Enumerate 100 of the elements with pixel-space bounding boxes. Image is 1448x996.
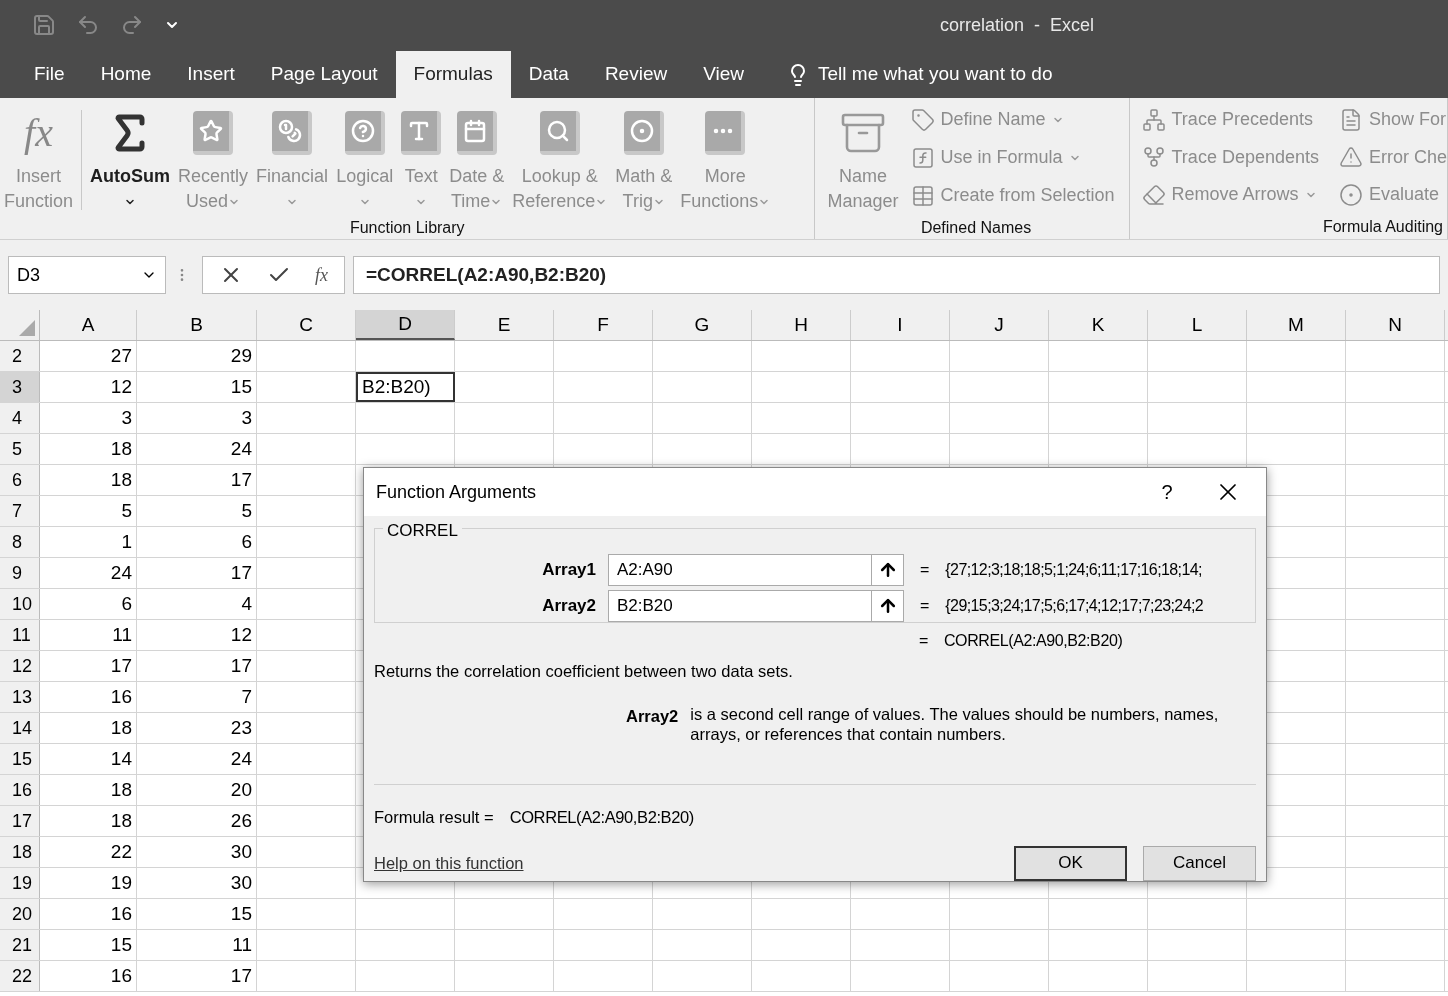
table-cell: 3 <box>137 403 257 433</box>
column-header[interactable]: E <box>455 310 554 340</box>
table-cell: 17 <box>137 558 257 588</box>
column-header[interactable]: J <box>950 310 1049 340</box>
help-button[interactable]: ? <box>1152 477 1182 507</box>
column-header[interactable]: M <box>1247 310 1346 340</box>
equals-sign: = <box>920 596 930 616</box>
ribbon-tab[interactable]: Home <box>82 51 170 98</box>
trace-icon <box>1141 107 1166 132</box>
row-header[interactable]: 6 <box>0 465 40 495</box>
row-header[interactable]: 20 <box>0 899 40 929</box>
row-header[interactable]: 15 <box>0 744 40 774</box>
row-header[interactable]: 22 <box>0 961 40 991</box>
column-header[interactable]: H <box>752 310 851 340</box>
column-header[interactable]: A <box>40 310 137 340</box>
argument-field[interactable]: B2:B20 <box>608 590 904 622</box>
argument-description: is a second cell range of values. The values should be numbers, names, arrays, or references that contain numbers. <box>690 703 1220 745</box>
insert-function-button[interactable]: fx <box>315 261 328 289</box>
table-cell: 5 <box>137 496 257 526</box>
row-header[interactable]: 10 <box>0 589 40 619</box>
table-cell: 11 <box>137 930 257 960</box>
table-cell: 22 <box>40 837 137 867</box>
column-header[interactable]: G <box>653 310 752 340</box>
group-label: Function Library <box>349 218 465 238</box>
table-cell: 19 <box>40 868 137 898</box>
row-header[interactable]: 9 <box>0 558 40 588</box>
row-header[interactable]: 5 <box>0 434 40 464</box>
undo-icon[interactable] <box>76 13 100 37</box>
table-cell: 17 <box>137 651 257 681</box>
row-header[interactable]: 8 <box>0 527 40 557</box>
column-header[interactable]: B <box>137 310 257 340</box>
table-icon <box>910 183 935 208</box>
argument-field[interactable]: A2:A90 <box>608 554 904 586</box>
column-header[interactable]: I <box>851 310 950 340</box>
table-cell: 27 <box>40 341 137 371</box>
help-link[interactable]: Help on this function <box>374 850 1014 876</box>
argument-label: Array1 <box>541 559 597 582</box>
table-cell: 16 <box>40 961 137 991</box>
save-icon[interactable] <box>32 13 56 37</box>
row-header[interactable]: 14 <box>0 713 40 743</box>
equals-sign: = <box>919 631 928 651</box>
table-cell: 26 <box>137 806 257 836</box>
row-header[interactable]: 21 <box>0 930 40 960</box>
book-letter-icon <box>401 111 442 155</box>
dialog-button[interactable]: Cancel <box>1143 845 1256 881</box>
table-cell: 18 <box>40 434 137 464</box>
argument-name: Array2 <box>626 705 679 727</box>
ribbon-tab[interactable]: View <box>685 51 763 98</box>
row-header[interactable]: 16 <box>0 775 40 805</box>
row-header[interactable]: 17 <box>0 806 40 836</box>
table-cell: 12 <box>137 620 257 650</box>
column-header[interactable]: N <box>1346 310 1445 340</box>
row-header[interactable]: 11 <box>0 620 40 650</box>
table-cell: 29 <box>137 341 257 371</box>
table-cell: 24 <box>40 558 137 588</box>
circle-icon <box>1338 182 1363 207</box>
row-header[interactable]: 18 <box>0 837 40 867</box>
active-cell[interactable]: B2:B20) <box>356 372 455 402</box>
formula-field[interactable]: =CORREL(A2:A90,B2:B20) <box>353 256 1440 294</box>
column-header[interactable]: F <box>554 310 653 340</box>
table-cell: 24 <box>137 744 257 774</box>
book-question-icon <box>344 111 385 155</box>
group-label: Formula Auditing <box>1322 217 1444 237</box>
row-header[interactable]: 2 <box>0 341 40 371</box>
book-coins-icon <box>272 111 313 155</box>
row-header[interactable]: 3 <box>0 372 40 402</box>
ribbon-tab[interactable]: Formulas <box>395 51 511 98</box>
table-cell: 23 <box>137 713 257 743</box>
formula-result: CORREL(A2:A90,B2:B20) <box>509 806 694 828</box>
table-cell: 18 <box>40 713 137 743</box>
function-icon <box>910 145 935 170</box>
ribbon-tab[interactable]: Insert <box>169 51 253 98</box>
function-description: Returns the correlation coefficient between two data sets. <box>373 661 794 682</box>
table-cell: 6 <box>137 527 257 557</box>
table-cell: 16 <box>40 899 137 929</box>
ribbon-tab[interactable]: Review <box>586 51 686 98</box>
ribbon-tab[interactable]: File <box>16 51 83 98</box>
table-cell: 30 <box>137 837 257 867</box>
column-header[interactable]: D <box>356 310 455 340</box>
table-cell: 3 <box>40 403 137 433</box>
name-box[interactable]: D3 <box>8 256 166 294</box>
tell-me-field[interactable]: Tell me what you want to do <box>818 60 1119 89</box>
trace-icon <box>1141 145 1166 170</box>
row-header[interactable]: 4 <box>0 403 40 433</box>
table-cell: 30 <box>137 868 257 898</box>
row-header[interactable]: 7 <box>0 496 40 526</box>
table-cell: 11 <box>40 620 137 650</box>
ribbon-tab[interactable]: Data <box>510 51 587 98</box>
formula-result-label: Formula result = <box>374 806 494 828</box>
column-header[interactable]: K <box>1049 310 1148 340</box>
row-header[interactable]: 13 <box>0 682 40 712</box>
dialog-button[interactable]: OK <box>1014 845 1127 881</box>
column-header[interactable]: L <box>1148 310 1247 340</box>
row-header[interactable]: 19 <box>0 868 40 898</box>
row-header[interactable]: 12 <box>0 651 40 681</box>
ribbon-tab[interactable]: Page Layout <box>252 51 396 98</box>
redo-icon[interactable] <box>120 13 144 37</box>
book-calendar-icon <box>456 111 497 155</box>
result-value: CORREL(A2:A90,B2:B20) <box>943 631 1123 651</box>
ribbon-button[interactable]: AutoSum <box>86 98 175 216</box>
